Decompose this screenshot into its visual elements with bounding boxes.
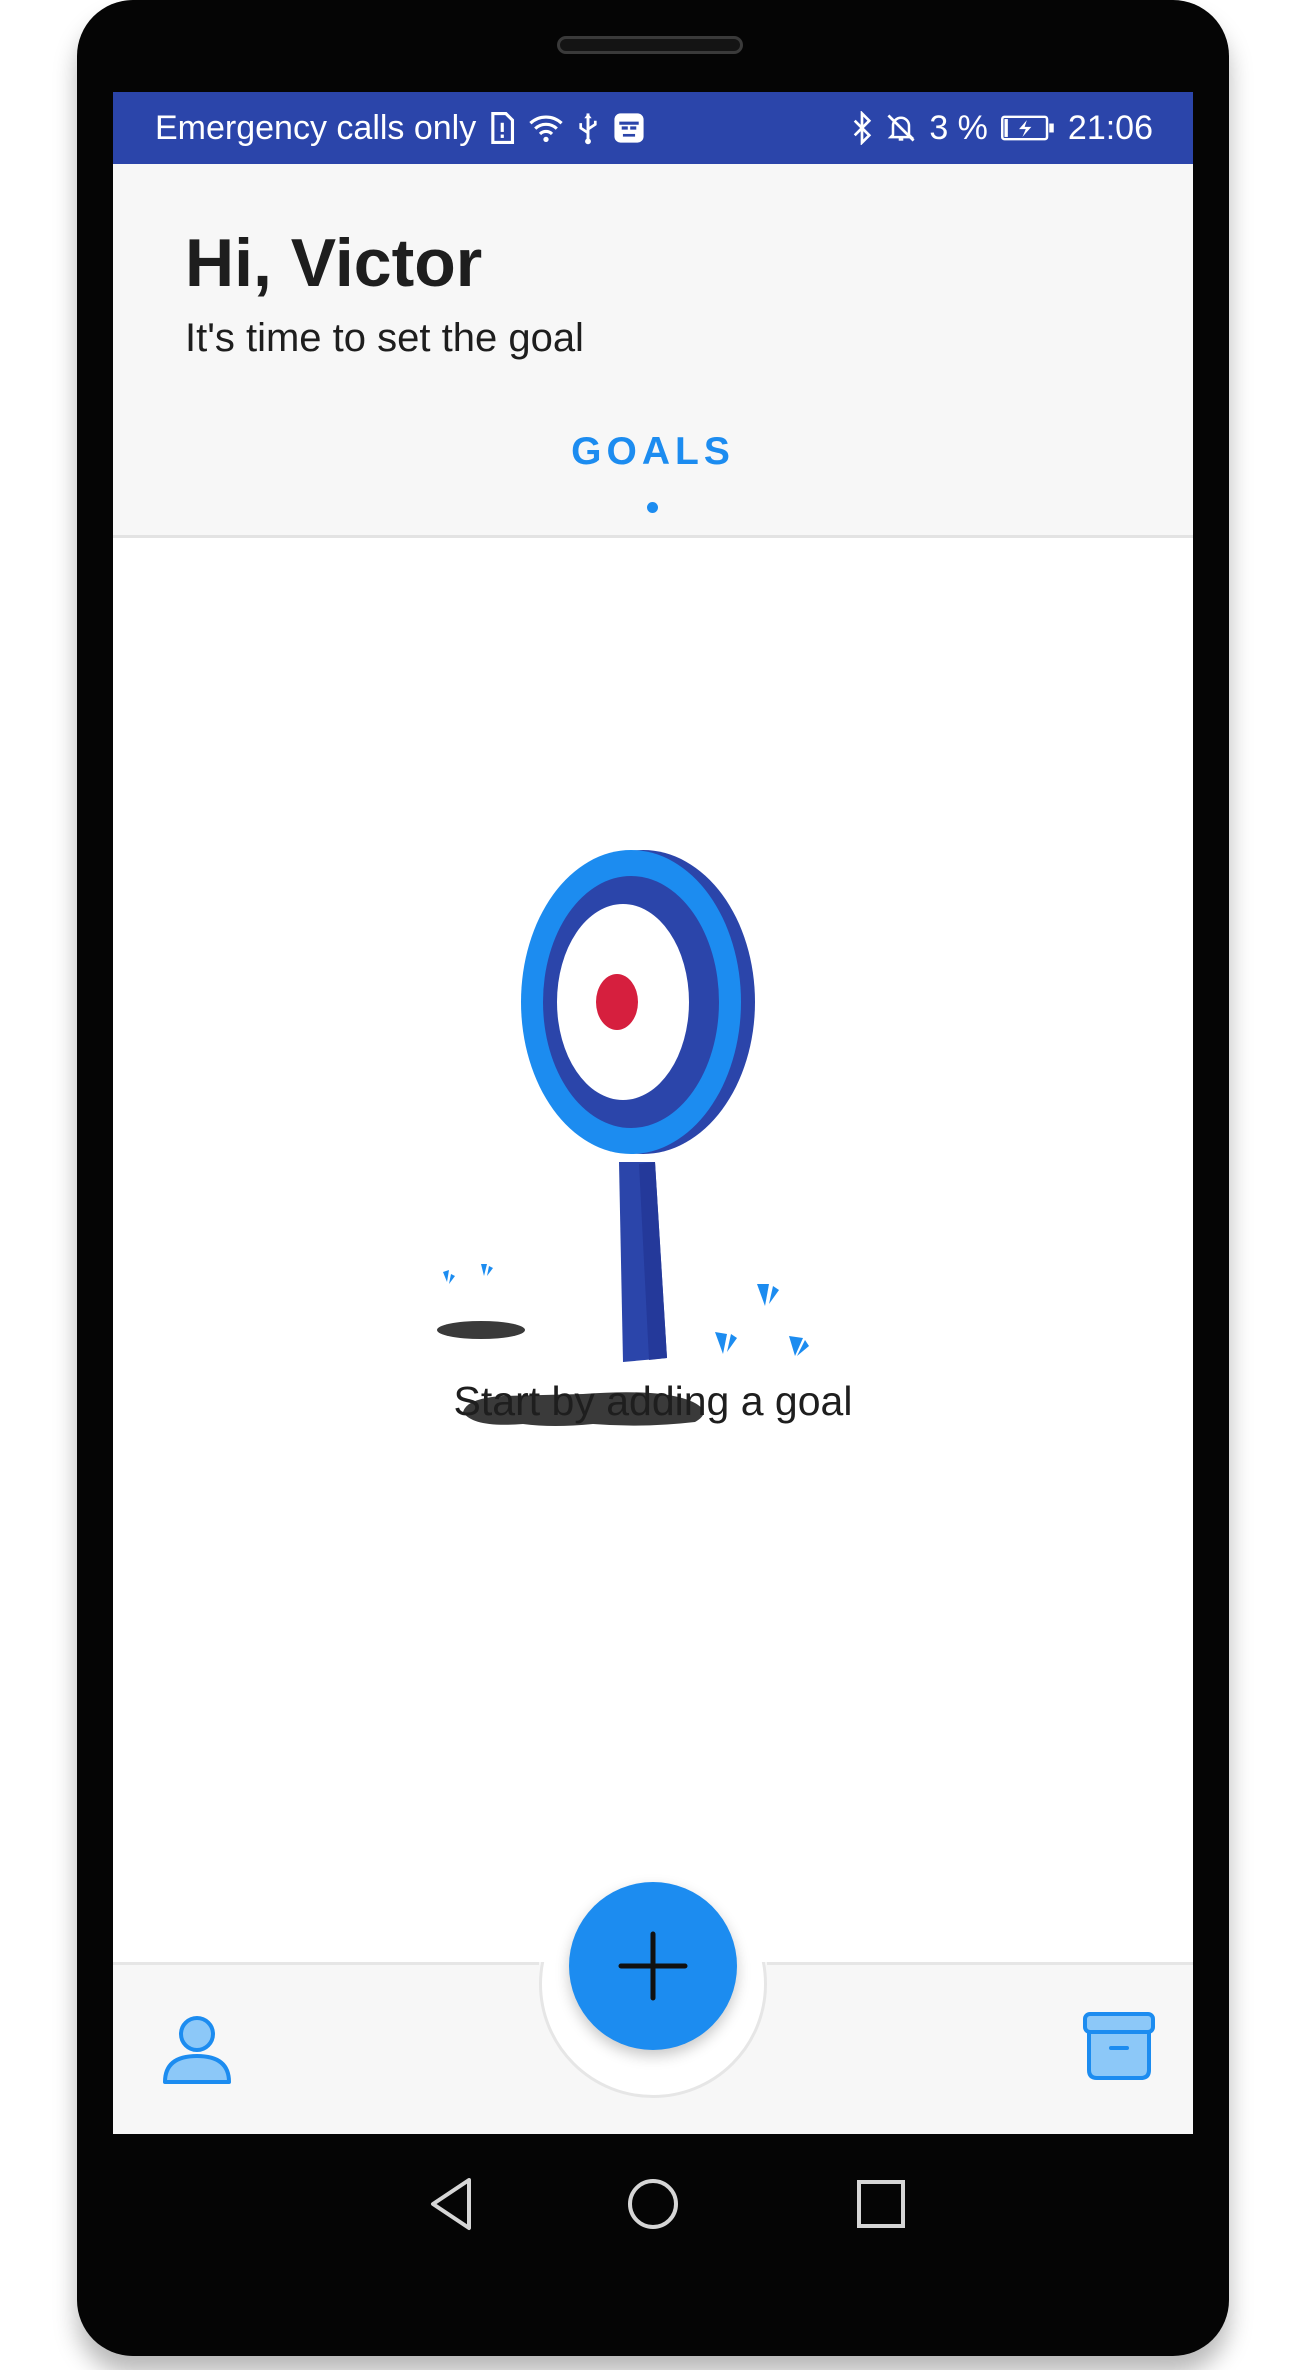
target-bullseye	[596, 974, 638, 1030]
wifi-icon	[528, 111, 564, 145]
ground-patch-left-small	[437, 1321, 525, 1339]
phone-frame: Emergency calls only 3 % 21:06 Hi, Victo…	[77, 0, 1229, 2356]
notification-app-icon	[612, 111, 646, 145]
status-bar-right: 3 % 21:06	[851, 109, 1153, 148]
battery-percent: 3 %	[929, 108, 988, 147]
back-icon[interactable]	[425, 2176, 481, 2232]
bluetooth-icon	[851, 111, 873, 145]
empty-state-message: Start by adding a goal	[453, 1378, 853, 1424]
sim-icon	[488, 111, 516, 145]
add-goal-button[interactable]	[569, 1882, 737, 2050]
greeting-subtitle: It's time to set the goal	[185, 316, 584, 360]
active-tab-indicator	[647, 502, 658, 513]
home-icon[interactable]	[625, 2176, 681, 2232]
profile-icon[interactable]	[157, 2010, 237, 2090]
bottom-bar-divider-right	[767, 1962, 1193, 1965]
carrier-text: Emergency calls only	[155, 108, 477, 147]
usb-icon	[576, 111, 600, 145]
target-on-stand-illustration	[433, 712, 873, 1473]
greeting-title: Hi, Victor	[185, 225, 483, 301]
status-bar: Emergency calls only 3 % 21:06	[113, 92, 1193, 164]
mute-icon	[885, 111, 917, 145]
app-header: Hi, Victor It's time to set the goal GOA…	[113, 164, 1193, 538]
recents-icon[interactable]	[853, 2176, 909, 2232]
clock-time: 21:06	[1067, 108, 1153, 147]
plus-icon	[618, 1931, 688, 2001]
system-nav-bar	[113, 2134, 1193, 2254]
archive-icon[interactable]	[1079, 2006, 1159, 2086]
status-bar-left: Emergency calls only	[155, 109, 646, 148]
battery-charging-icon	[1000, 111, 1056, 145]
app-screen: Emergency calls only 3 % 21:06 Hi, Victo…	[113, 92, 1193, 2134]
bottom-bar-divider-left	[113, 1962, 539, 1965]
earpiece-speaker	[557, 36, 743, 54]
tab-goals[interactable]: GOALS	[113, 430, 1193, 474]
